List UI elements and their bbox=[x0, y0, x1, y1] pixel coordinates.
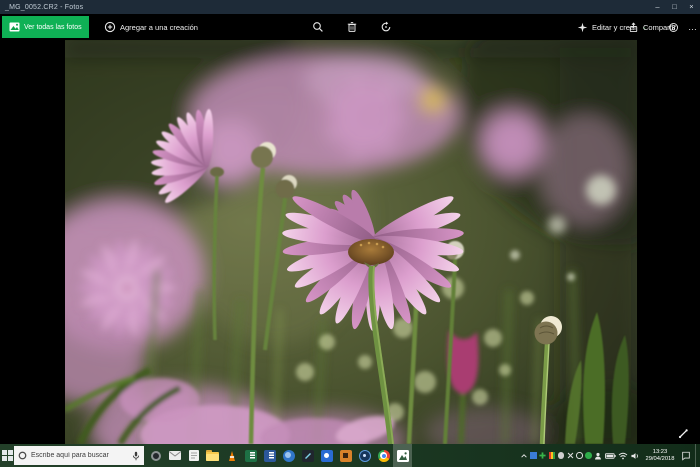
tray-multicolor-app-icon[interactable] bbox=[549, 452, 556, 459]
photo-image[interactable] bbox=[65, 40, 637, 444]
battery-icon[interactable] bbox=[605, 452, 616, 460]
add-to-creation-button[interactable]: Agregar a una creación bbox=[104, 14, 198, 40]
taskbar-app-file-explorer-icon[interactable] bbox=[203, 444, 222, 467]
photo-stage bbox=[0, 40, 700, 444]
maximize-button[interactable]: □ bbox=[666, 0, 683, 14]
volume-icon[interactable] bbox=[631, 452, 640, 460]
see-more-button[interactable]: … bbox=[688, 14, 698, 40]
rotate-icon bbox=[380, 21, 392, 33]
zoom-button[interactable] bbox=[312, 14, 324, 40]
photo-grid-icon bbox=[9, 22, 20, 32]
taskbar-app-dark-square-icon[interactable] bbox=[298, 444, 317, 467]
taskbar-app-lens-circle-icon[interactable] bbox=[146, 444, 165, 467]
tray-white-circle-icon[interactable] bbox=[576, 452, 583, 459]
taskbar-app-word-icon[interactable] bbox=[260, 444, 279, 467]
taskbar: 13:23 29/04/2018 bbox=[0, 444, 700, 467]
hidden-icons-chevron-icon[interactable] bbox=[520, 452, 528, 460]
action-center-icon[interactable] bbox=[681, 451, 691, 461]
taskbar-apps bbox=[146, 444, 412, 467]
titlebar: _MG_0052.CR2 - Fotos – □ × bbox=[0, 0, 700, 14]
tray-person-icon[interactable] bbox=[594, 452, 602, 460]
tray-green-plus-icon[interactable] bbox=[539, 452, 546, 459]
add-to-creation-icon bbox=[104, 21, 116, 33]
rotate-button[interactable] bbox=[380, 14, 392, 40]
clock-time: 13:23 bbox=[642, 449, 678, 456]
taskbar-app-blue-circle-icon[interactable] bbox=[279, 444, 298, 467]
close-button[interactable]: × bbox=[683, 0, 700, 14]
windows-logo-icon bbox=[2, 450, 13, 461]
add-to-creation-label: Agregar a una creación bbox=[120, 23, 198, 32]
system-tray: 13:23 29/04/2018 bbox=[520, 444, 700, 467]
taskbar-app-chrome-icon[interactable] bbox=[374, 444, 393, 467]
view-all-photos-button[interactable]: Ver todas las fotos bbox=[2, 16, 89, 38]
mouse-cursor bbox=[678, 428, 689, 439]
clock-date: 29/04/2018 bbox=[642, 456, 678, 463]
network-wifi-icon[interactable] bbox=[618, 452, 628, 460]
taskbar-app-notes-icon[interactable] bbox=[184, 444, 203, 467]
taskbar-app-photos-icon[interactable] bbox=[393, 444, 412, 467]
taskbar-app-round-blue-icon[interactable] bbox=[355, 444, 374, 467]
window-title: _MG_0052.CR2 - Fotos bbox=[0, 4, 649, 11]
magnifier-icon bbox=[312, 21, 324, 33]
app-toolbar: Ver todas las fotos Agregar a una creaci… bbox=[0, 14, 700, 40]
taskbar-search[interactable] bbox=[14, 446, 144, 465]
taskbar-app-excel-icon[interactable] bbox=[241, 444, 260, 467]
tray-x-app-icon[interactable] bbox=[567, 452, 574, 459]
ellipsis-icon: … bbox=[688, 22, 698, 32]
delete-button[interactable] bbox=[346, 14, 358, 40]
tray-gray-circle-icon[interactable] bbox=[558, 452, 565, 459]
tray-green-circle-icon[interactable] bbox=[585, 452, 592, 459]
print-icon bbox=[668, 22, 679, 33]
taskbar-clock[interactable]: 13:23 29/04/2018 bbox=[642, 449, 678, 463]
trash-icon bbox=[346, 21, 358, 33]
taskbar-app-orange-square-icon[interactable] bbox=[336, 444, 355, 467]
show-desktop-button[interactable] bbox=[695, 444, 698, 467]
taskbar-app-blue-square-icon[interactable] bbox=[317, 444, 336, 467]
taskbar-search-input[interactable] bbox=[31, 452, 128, 459]
print-button[interactable] bbox=[668, 14, 679, 40]
view-all-photos-label: Ver todas las fotos bbox=[24, 24, 82, 31]
taskbar-app-vlc-icon[interactable] bbox=[222, 444, 241, 467]
microphone-icon[interactable] bbox=[132, 451, 140, 461]
cortana-ring-icon bbox=[18, 451, 27, 460]
screen: _MG_0052.CR2 - Fotos – □ × Ver todas las… bbox=[0, 0, 700, 467]
edit-sparkle-icon bbox=[577, 22, 588, 33]
start-button[interactable] bbox=[0, 444, 15, 467]
taskbar-app-mail-icon[interactable] bbox=[165, 444, 184, 467]
tray-blue-app-icon[interactable] bbox=[530, 452, 537, 459]
minimize-button[interactable]: – bbox=[649, 0, 666, 14]
share-icon bbox=[628, 22, 639, 33]
